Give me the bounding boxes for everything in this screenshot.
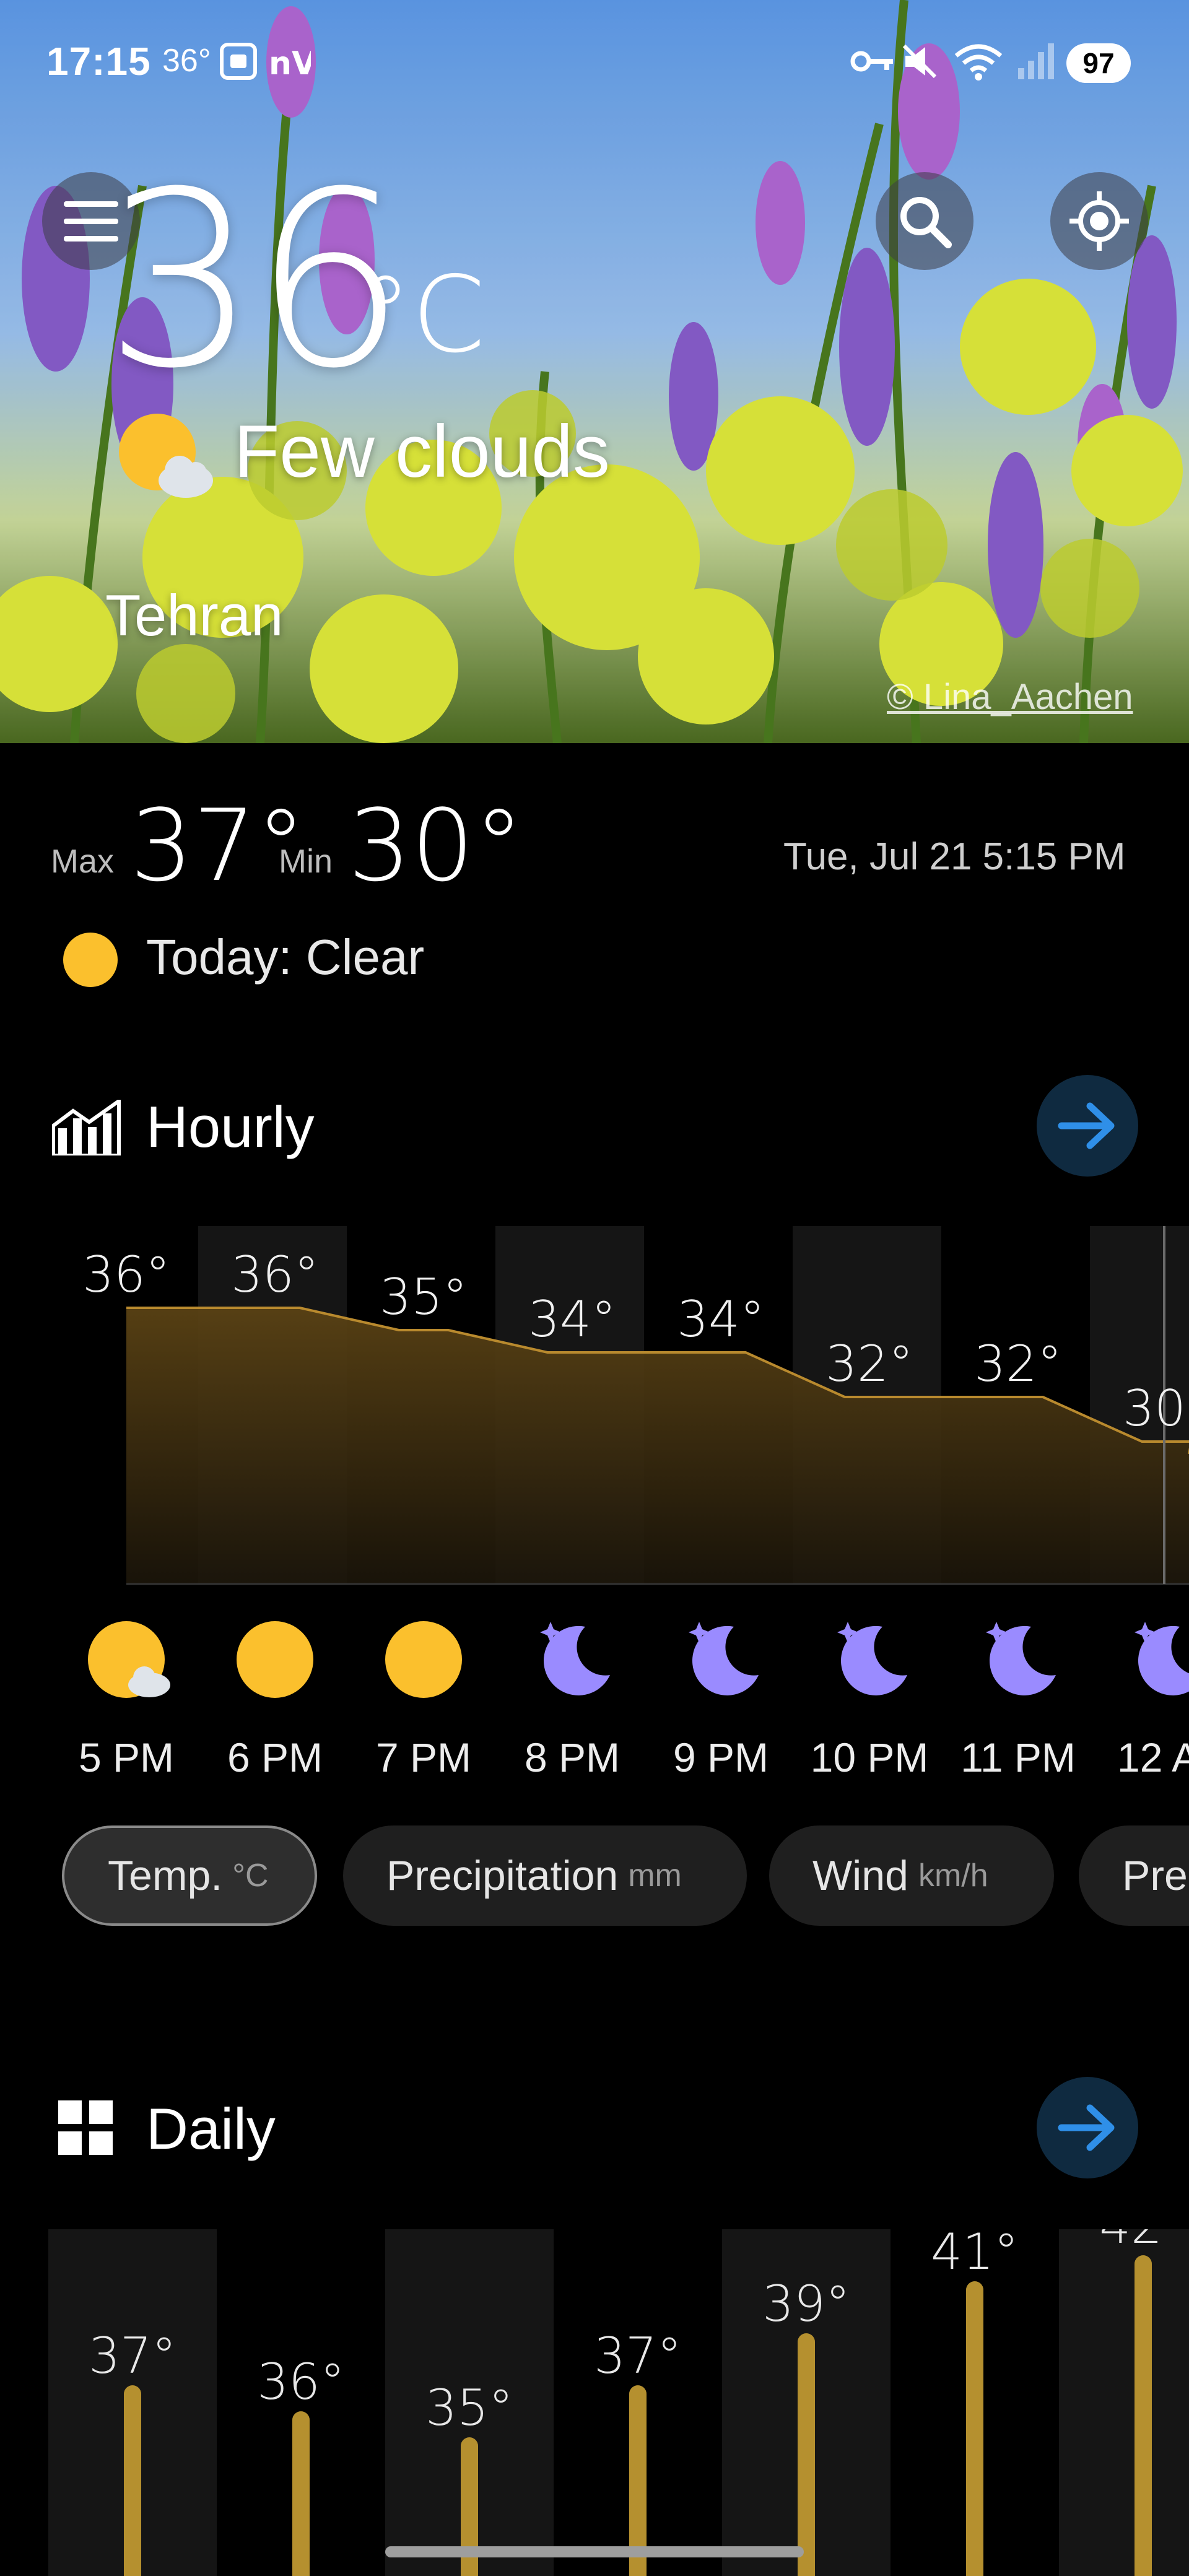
hourly-temp-label: 36°	[231, 1246, 319, 1303]
hourly-title: Hourly	[146, 1094, 315, 1159]
moon-icon	[1135, 1622, 1189, 1695]
svg-text:nV: nV	[269, 45, 311, 82]
wifi-icon	[954, 41, 1003, 85]
hourly-temp-label: 34°	[677, 1290, 765, 1348]
home-indicator[interactable]	[385, 2546, 804, 2557]
daily-temp-label: 36°	[257, 2353, 345, 2411]
hourly-temp-label: 35°	[380, 1268, 468, 1326]
locate-button[interactable]	[1050, 172, 1148, 270]
chip-pressure-label: Pre	[1122, 1852, 1188, 1899]
search-icon	[900, 197, 952, 248]
hourly-temp-label: 34°	[528, 1290, 616, 1348]
min-label: Min	[279, 843, 333, 880]
hour-time-label: 7 PM	[375, 1734, 472, 1780]
sun-cloud-icon	[119, 414, 213, 498]
daily-grid-icon	[58, 2100, 113, 2155]
moon-icon	[837, 1622, 907, 1695]
chip-temperature-label: Temp.	[108, 1852, 223, 1899]
hourly-temp-label: 32°	[974, 1335, 1062, 1393]
hour-time-label: 9 PM	[673, 1734, 769, 1780]
daily-temp-label: 42°	[1099, 2229, 1187, 2255]
chip-wind[interactable]: Wind km/h	[769, 1825, 1054, 1926]
hour-time-label: 10 PM	[810, 1734, 929, 1780]
daily-temp-label: 35°	[425, 2379, 513, 2437]
nfc-icon: nV	[268, 41, 316, 85]
moon-icon	[986, 1622, 1056, 1695]
hourly-temp-label: 36°	[82, 1246, 170, 1303]
hour-time-label: 11 PM	[960, 1734, 1076, 1780]
signal-icon	[1016, 41, 1056, 85]
battery-indicator: 97	[1066, 43, 1131, 83]
chip-temperature[interactable]: Temp. °C	[62, 1825, 317, 1926]
daily-temp-label: 37°	[89, 2327, 176, 2385]
status-time: 17:15	[46, 39, 151, 84]
temperature-unit: °C	[359, 254, 486, 376]
current-temperature: 36	[104, 140, 406, 421]
locate-icon	[1069, 191, 1129, 251]
hour-time-label: 8 PM	[524, 1734, 621, 1780]
chip-wind-label: Wind	[812, 1852, 908, 1899]
daily-temp-label: 41°	[931, 2229, 1019, 2281]
chip-precipitation-label: Precipitation	[386, 1852, 619, 1899]
city-name[interactable]: Tehran	[105, 582, 283, 649]
screenshot-icon	[218, 41, 259, 85]
weather-condition: Few clouds	[234, 410, 610, 493]
search-button[interactable]	[876, 172, 973, 270]
chip-precipitation-unit: mm	[628, 1858, 682, 1894]
max-label: Max	[51, 843, 115, 880]
date-time: Tue, Jul 21 5:15 PM	[783, 835, 1126, 878]
sun-icon	[237, 1621, 313, 1698]
daily-temp-label: 37°	[594, 2327, 682, 2385]
arrow-right-icon	[1058, 1102, 1115, 1149]
hour-time-label: 12 A	[1117, 1734, 1189, 1780]
chip-temperature-unit: °C	[232, 1858, 269, 1894]
moon-icon	[689, 1622, 759, 1695]
status-temperature: 36°	[162, 43, 211, 79]
hourly-chart-icon	[52, 1100, 121, 1155]
photo-credit-link[interactable]: © Lina_Aachen	[887, 676, 1133, 718]
hour-time-label: 6 PM	[227, 1734, 323, 1780]
daily-title: Daily	[146, 2096, 276, 2161]
daily-temp-label: 39°	[762, 2275, 850, 2333]
status-bar: 17:15 36° nV 97	[0, 0, 1189, 124]
sun-icon	[385, 1621, 462, 1698]
min-temperature: 30°	[348, 788, 524, 903]
hourly-temp-label: 30°	[1123, 1380, 1189, 1437]
hourly-temperature-chart[interactable]: 36° 36° 35° 34° 34° 32° 32° 30°	[0, 1208, 1189, 1591]
today-forecast: Today: Clear	[146, 929, 425, 985]
chip-precipitation[interactable]: Precipitation mm	[343, 1825, 747, 1926]
mute-icon	[899, 41, 940, 85]
daily-temperature-chart[interactable]: 37° 36° 35° 37° 39° 41° 42°	[0, 2229, 1189, 2576]
sun-cloud-icon	[88, 1621, 170, 1698]
chip-pressure[interactable]: Pre	[1079, 1825, 1189, 1926]
hourly-details-button[interactable]	[1037, 1075, 1138, 1177]
daily-details-button[interactable]	[1037, 2077, 1138, 2178]
moon-icon	[540, 1622, 610, 1695]
arrow-right-icon	[1058, 2104, 1115, 2151]
hour-time-label: 5 PM	[78, 1734, 175, 1780]
hourly-temp-label: 32°	[825, 1335, 913, 1393]
vpn-key-icon	[848, 41, 895, 85]
sun-icon	[63, 933, 118, 987]
chip-wind-unit: km/h	[918, 1858, 988, 1894]
hero-section: 17:15 36° nV 97 36 °C Few clouds Tehran …	[0, 0, 1189, 743]
daily-column-band	[1059, 2229, 1189, 2576]
